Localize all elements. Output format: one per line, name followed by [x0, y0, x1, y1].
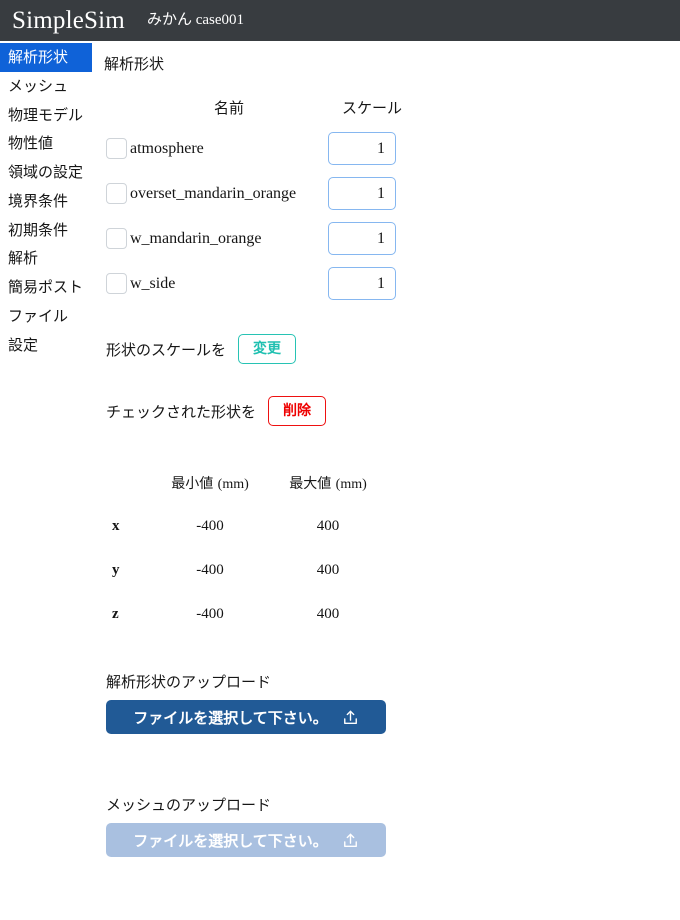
shape-scale-input[interactable] — [328, 222, 396, 255]
bounds-table: 最小値 (mm) 最大値 (mm) x -400 400 y -400 400 … — [106, 472, 389, 649]
app-brand-title: SimpleSim — [12, 7, 125, 34]
scale-change-label: 形状のスケールを — [106, 340, 227, 359]
shape-checkbox-cell — [106, 132, 130, 177]
sidebar-item-label: 物性値 — [8, 134, 54, 153]
sidebar-item-settings[interactable]: 設定 — [0, 331, 92, 360]
shape-scale-input[interactable] — [328, 132, 396, 165]
bounds-header-max-text: 最大値 — [289, 476, 332, 493]
sidebar-item-label: 領域の設定 — [8, 163, 84, 181]
geometry-upload-section: 解析形状のアップロード ファイルを選択して下さい。 — [106, 671, 680, 735]
bounds-header-max: 最大値 (mm) — [267, 472, 389, 517]
app-body: 解析形状 メッシュ 物理モデル 物性値 領域の設定 境界条件 初期条件 解析 簡… — [0, 41, 680, 858]
sidebar-item-label: 設定 — [8, 335, 39, 354]
bounds-header-min-text: 最小値 — [171, 476, 214, 493]
sidebar-item-simple-post[interactable]: 簡易ポスト — [0, 273, 92, 302]
geometry-upload-button-label: ファイルを選択して下さい。 — [133, 708, 328, 727]
shapes-header-name: 名前 — [213, 99, 244, 117]
upload-icon — [342, 709, 359, 726]
table-row: z -400 400 — [106, 605, 389, 649]
sidebar-nav: 解析形状 メッシュ 物理モデル 物性値 領域の設定 境界条件 初期条件 解析 簡… — [0, 41, 92, 359]
delete-shape-label: チェックされた形状を — [106, 402, 257, 421]
bounds-min-value: -400 — [196, 606, 224, 623]
shape-checkbox[interactable] — [106, 228, 127, 249]
table-row: y -400 400 — [106, 561, 389, 605]
table-row: w_side — [106, 267, 416, 312]
delete-shape-button[interactable]: 削除 — [268, 396, 327, 427]
bounds-header-max-unit: (mm) — [335, 477, 367, 493]
table-row: overset_mandarin_orange — [106, 177, 416, 222]
shape-checkbox-cell — [106, 177, 130, 222]
bounds-min-value: -400 — [196, 562, 224, 579]
mesh-upload-section: メッシュのアップロード ファイルを選択して下さい。 — [106, 794, 680, 858]
sidebar-item-boundary-conditions[interactable]: 境界条件 — [0, 187, 92, 216]
shape-checkbox[interactable] — [106, 273, 127, 294]
case-name-label: みかん case001 — [146, 12, 244, 28]
bounds-header-axis — [106, 472, 153, 517]
sidebar-item-label: 物理モデル — [8, 105, 84, 124]
shape-scale-input[interactable] — [328, 267, 396, 300]
upload-icon — [342, 832, 359, 849]
shape-name-label: overset_mandarin_orange — [130, 184, 297, 202]
app-header: SimpleSim みかん case001 — [0, 0, 680, 41]
main-content: 解析形状 名前 スケール atmosphere 1 overset_mandar… — [92, 41, 680, 858]
table-row: atmosphere — [106, 132, 416, 177]
shape-checkbox-cell — [106, 222, 130, 267]
shapes-header-checkbox — [106, 96, 130, 132]
shape-checkbox-cell — [106, 267, 130, 312]
shape-name-label: w_mandarin_orange — [130, 229, 262, 247]
shape-scale-cell — [328, 267, 416, 312]
shape-scale-cell — [328, 177, 416, 222]
page-title: 解析形状 — [104, 55, 165, 73]
sidebar-item-label: 境界条件 — [8, 191, 69, 210]
sidebar-item-region-settings[interactable]: 領域の設定 — [0, 158, 92, 187]
shape-name-label: atmosphere — [130, 139, 204, 157]
sidebar-item-initial-conditions[interactable]: 初期条件 — [0, 216, 92, 245]
sidebar-item-analysis[interactable]: 解析 — [0, 244, 92, 273]
delete-shape-row: チェックされた形状を 削除 — [106, 396, 680, 427]
table-row: w_mandarin_orange — [106, 222, 416, 267]
bounds-axis-label: z — [112, 606, 119, 623]
bounds-header-row: 最小値 (mm) 最大値 (mm) — [106, 472, 389, 517]
table-row: x -400 400 — [106, 517, 389, 561]
shape-checkbox[interactable] — [106, 138, 127, 159]
scale-change-row: 形状のスケールを 変更 — [106, 334, 680, 365]
bounds-max-value: 400 — [316, 518, 340, 535]
sidebar-item-label: ファイル — [8, 306, 69, 325]
sidebar-item-label: 初期条件 — [8, 220, 69, 239]
mesh-upload-label: メッシュのアップロード — [106, 796, 272, 815]
mesh-upload-button-label: ファイルを選択して下さい。 — [133, 831, 328, 850]
geometry-upload-label: 解析形状のアップロード — [106, 673, 272, 692]
bounds-axis-label: x — [112, 518, 120, 535]
sidebar-item-geometry[interactable]: 解析形状 — [0, 43, 92, 72]
shape-scale-cell — [328, 132, 416, 177]
sidebar-item-label: 解析 — [8, 249, 39, 268]
shape-checkbox[interactable] — [106, 183, 127, 204]
shape-scale-input[interactable] — [328, 177, 396, 210]
sidebar-item-files[interactable]: ファイル — [0, 302, 92, 331]
bounds-max-value: 400 — [316, 606, 340, 623]
bounds-axis-label: y — [112, 562, 120, 579]
sidebar-item-mesh[interactable]: メッシュ — [0, 72, 92, 101]
mesh-upload-button[interactable]: ファイルを選択して下さい。 — [106, 823, 386, 858]
shapes-table-header-row: 名前 スケール — [106, 96, 416, 132]
bounds-header-min: 最小値 (mm) — [153, 472, 267, 517]
geometry-upload-button[interactable]: ファイルを選択して下さい。 — [106, 700, 386, 735]
bounds-min-value: -400 — [196, 518, 224, 535]
bounds-max-value: 400 — [316, 562, 340, 579]
bounds-header-min-unit: (mm) — [217, 477, 249, 493]
change-scale-button[interactable]: 変更 — [238, 334, 297, 365]
sidebar-item-label: 簡易ポスト — [8, 278, 84, 296]
sidebar-item-label: 解析形状 — [8, 48, 69, 66]
shape-name-label: w_side — [130, 274, 176, 292]
sidebar-item-material-properties[interactable]: 物性値 — [0, 129, 92, 158]
shape-scale-cell — [328, 222, 416, 267]
shapes-table: 名前 スケール atmosphere 1 overset_mandarin_or… — [106, 96, 416, 312]
shapes-header-scale: スケール — [341, 99, 402, 117]
sidebar-item-label: メッシュ — [8, 76, 69, 95]
sidebar-item-physics-model[interactable]: 物理モデル — [0, 101, 92, 130]
